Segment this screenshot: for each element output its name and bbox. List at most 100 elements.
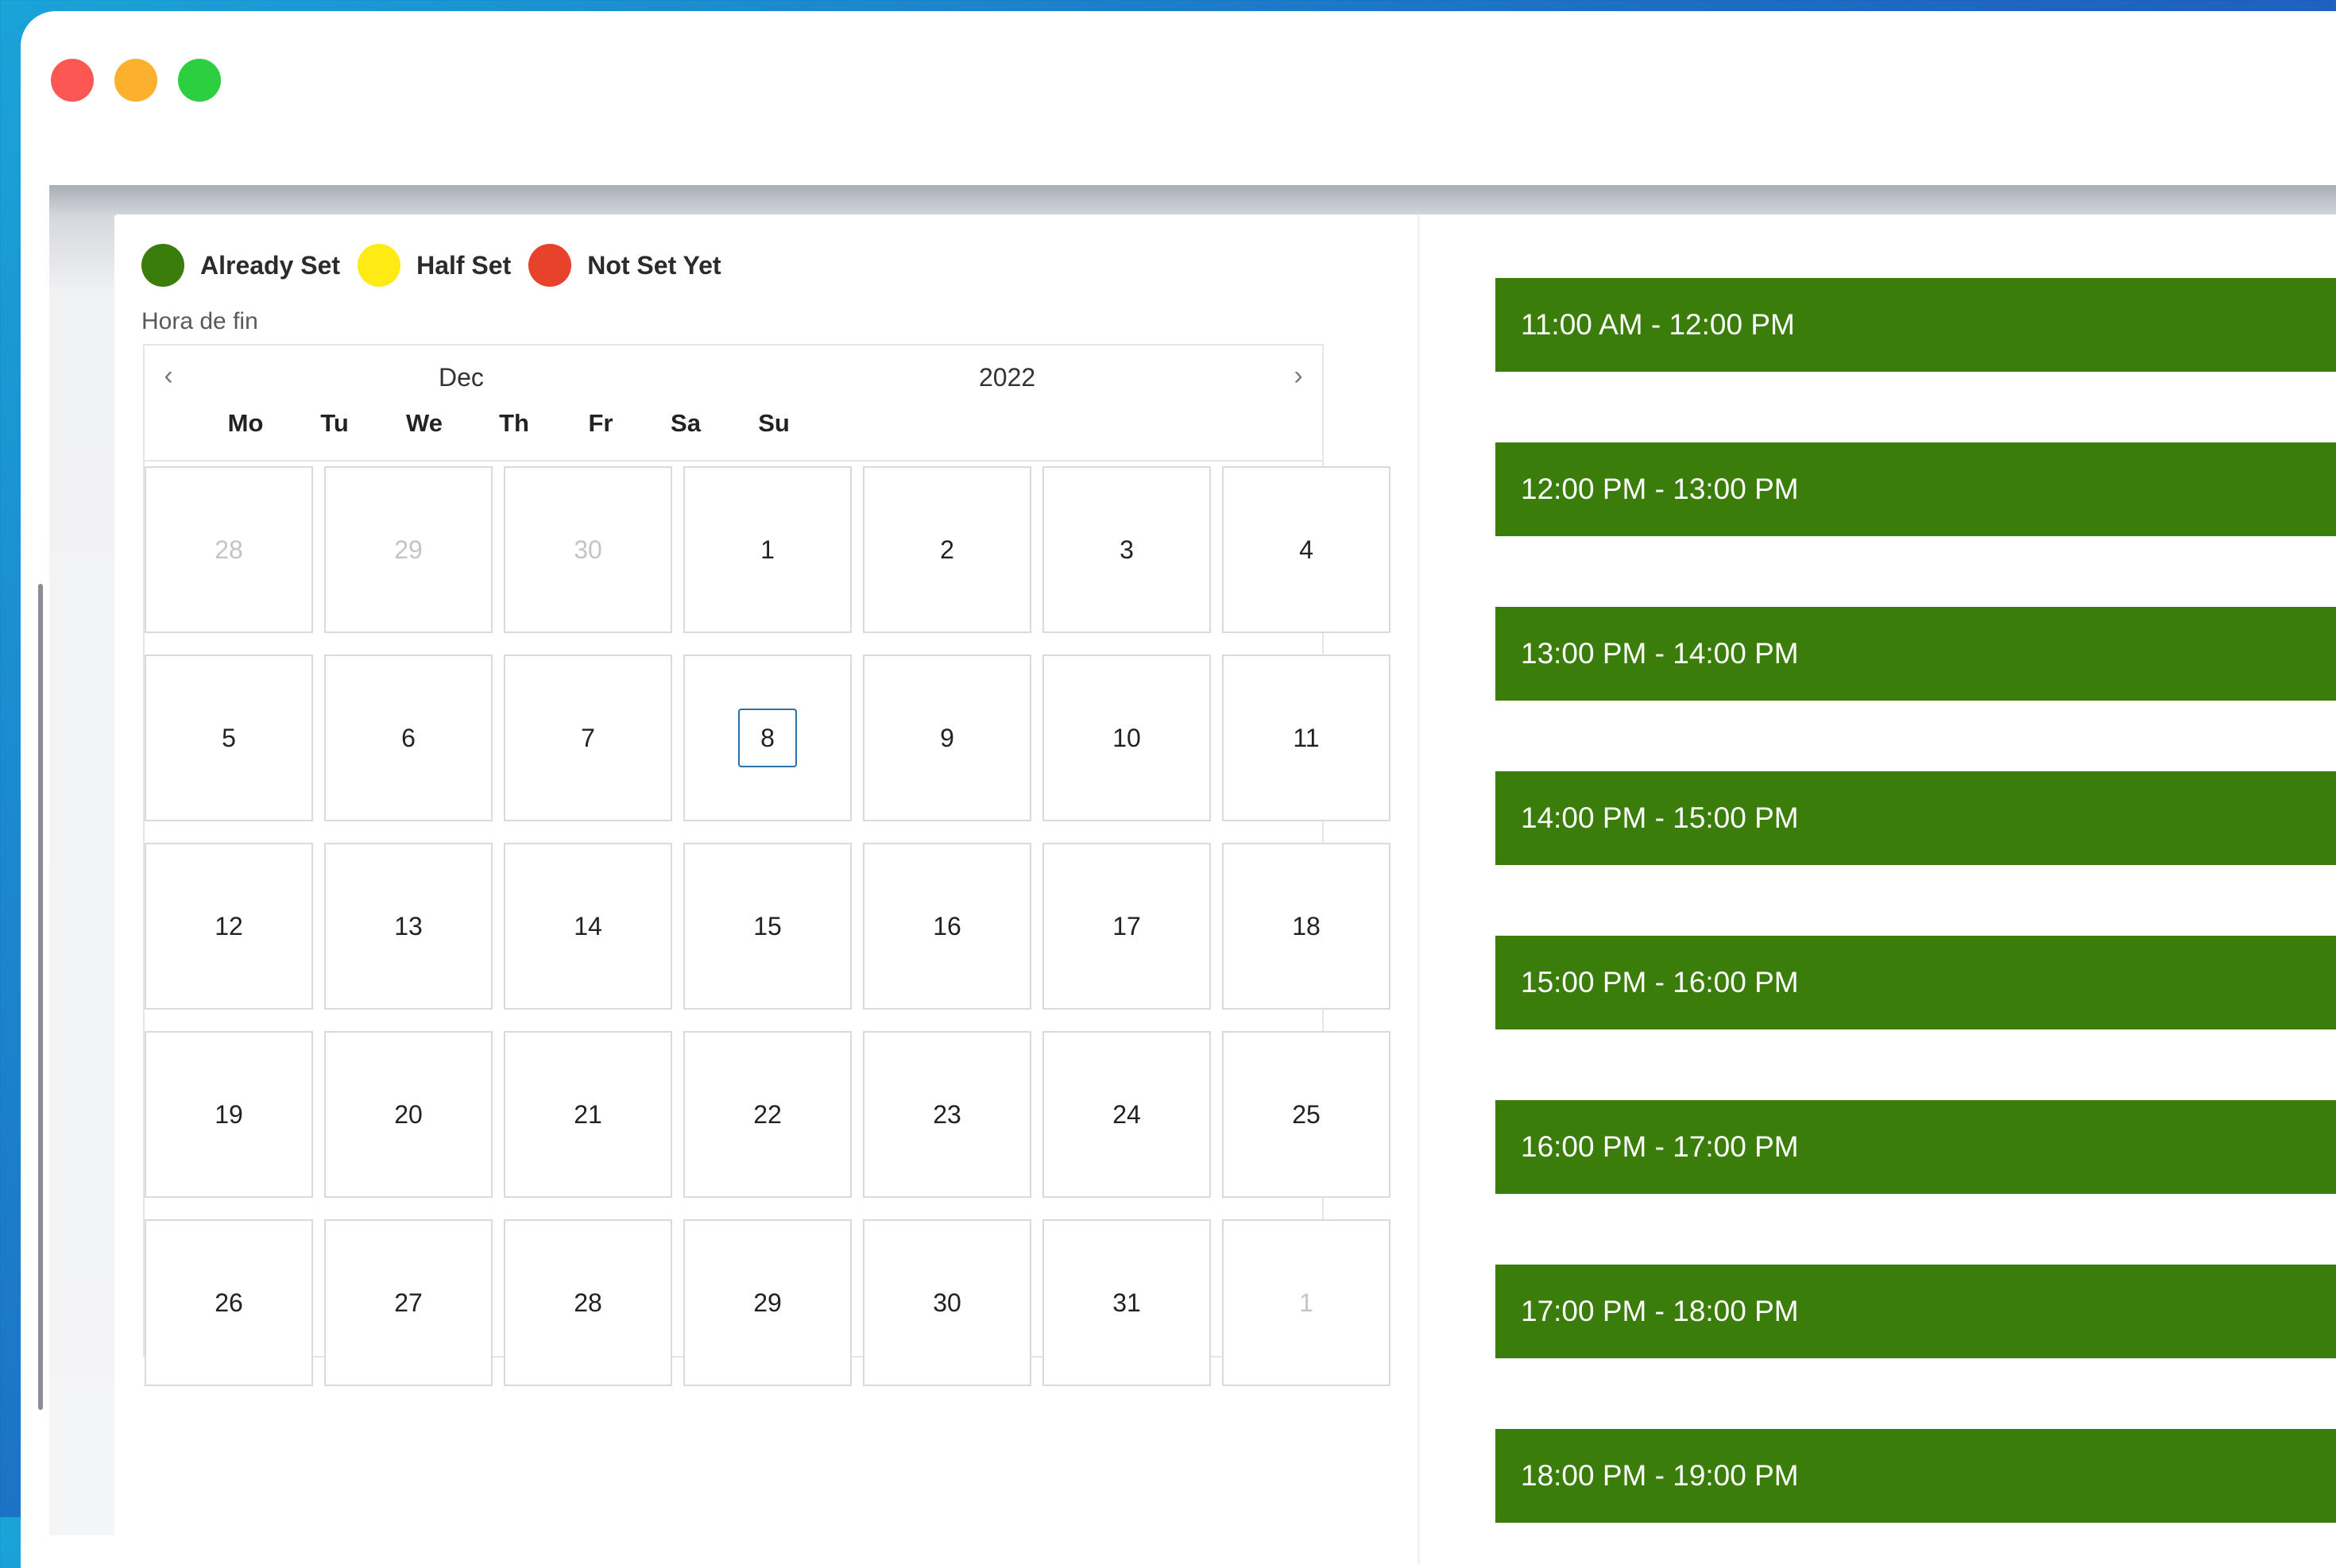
day-number: 28: [215, 535, 243, 564]
calendar-day[interactable]: 28: [145, 466, 313, 633]
time-slot-button[interactable]: 16:00 PM - 17:00 PM: [1495, 1100, 2336, 1194]
calendar-day[interactable]: 21: [504, 1031, 672, 1198]
day-number: 20: [394, 1099, 423, 1129]
legend-half-set-label: Half Set: [416, 250, 512, 280]
time-slot-button[interactable]: 15:00 PM - 16:00 PM: [1495, 936, 2336, 1029]
calendar-day[interactable]: 6: [324, 655, 493, 821]
calendar-day[interactable]: 27: [324, 1219, 493, 1386]
calendar-day[interactable]: 1: [683, 466, 852, 633]
day-number: 13: [394, 911, 423, 940]
time-slot-button[interactable]: 13:00 PM - 14:00 PM: [1495, 607, 2336, 701]
calendar-day[interactable]: 29: [683, 1219, 852, 1386]
day-number: 14: [574, 911, 602, 940]
calendar-day[interactable]: 9: [863, 655, 1031, 821]
calendar-month[interactable]: Dec: [439, 363, 484, 392]
minimize-window-button[interactable]: [114, 59, 157, 102]
weekday-fr: Fr: [588, 409, 613, 437]
window-controls: [51, 59, 221, 102]
calendar-day[interactable]: 30: [504, 466, 672, 633]
weekday-su: Su: [758, 409, 790, 437]
day-number: 18: [1292, 911, 1321, 940]
calendar-day[interactable]: 1: [1222, 1219, 1390, 1386]
calendar-day[interactable]: 2: [863, 466, 1031, 633]
day-number: 28: [574, 1288, 602, 1317]
chevron-left-icon[interactable]: ‹: [153, 360, 184, 392]
calendar-year[interactable]: 2022: [979, 363, 1035, 392]
calendar-day[interactable]: 10: [1042, 655, 1211, 821]
date-picker: ‹ Dec 2022 › Mo Tu We Th Fr Sa Su 28 29 30 1 2 3 4 5 6…: [143, 344, 1390, 1386]
calendar-day[interactable]: 17: [1042, 843, 1211, 1010]
day-number: 26: [215, 1288, 243, 1317]
legend-already-set-swatch: [141, 244, 184, 287]
day-number: 9: [940, 723, 954, 752]
weekday-mo: Mo: [227, 409, 264, 437]
status-legend: Already Set Half Set Not Set Yet: [141, 243, 739, 288]
day-number: 30: [574, 535, 602, 564]
calendar-day[interactable]: 22: [683, 1031, 852, 1198]
time-slot-button[interactable]: 11:00 AM - 12:00 PM: [1495, 278, 2336, 372]
day-number: 24: [1112, 1099, 1141, 1129]
calendar-day[interactable]: 28: [504, 1219, 672, 1386]
calendar-day[interactable]: 19: [145, 1031, 313, 1198]
weekday-sa: Sa: [671, 409, 701, 437]
calendar-day[interactable]: 29: [324, 466, 493, 633]
day-number: 23: [933, 1099, 961, 1129]
day-number: 11: [1293, 723, 1320, 752]
day-number: 19: [215, 1099, 243, 1129]
day-number: 22: [753, 1099, 782, 1129]
calendar-day[interactable]: 25: [1222, 1031, 1390, 1198]
close-window-button[interactable]: [51, 59, 94, 102]
panel-divider: [1417, 214, 1420, 1565]
calendar-day[interactable]: 20: [324, 1031, 493, 1198]
calendar-day[interactable]: 31: [1042, 1219, 1211, 1386]
legend-not-set-yet-swatch: [528, 244, 572, 287]
calendar-day[interactable]: 16: [863, 843, 1031, 1010]
day-number: 2: [940, 535, 954, 564]
calendar-day[interactable]: 18: [1222, 843, 1390, 1010]
calendar-day[interactable]: 7: [504, 655, 672, 821]
day-number: 6: [401, 723, 416, 752]
time-slot-button[interactable]: 12:00 PM - 13:00 PM: [1495, 442, 2336, 536]
day-number: 1: [760, 535, 775, 564]
time-slot-button[interactable]: 18:00 PM - 19:00 PM: [1495, 1429, 2336, 1523]
calendar-day[interactable]: 4: [1222, 466, 1390, 633]
calendar-day[interactable]: 3: [1042, 466, 1211, 633]
chevron-right-icon[interactable]: ›: [1282, 360, 1314, 392]
weekday-we: We: [406, 409, 443, 437]
calendar-day[interactable]: 12: [145, 843, 313, 1010]
day-number: 15: [753, 911, 782, 940]
calendar-day[interactable]: 14: [504, 843, 672, 1010]
calendar-day[interactable]: 5: [145, 655, 313, 821]
day-number: 29: [753, 1288, 782, 1317]
time-slot-button[interactable]: 17:00 PM - 18:00 PM: [1495, 1265, 2336, 1358]
day-number: 3: [1120, 535, 1134, 564]
day-number: 30: [933, 1288, 961, 1317]
calendar-day[interactable]: 30: [863, 1219, 1031, 1386]
calendar-day[interactable]: 11: [1222, 655, 1390, 821]
end-time-label: Hora de fin: [141, 308, 258, 334]
day-number: 25: [1292, 1099, 1321, 1129]
legend-half-set-swatch: [358, 244, 401, 287]
day-number: 16: [933, 911, 961, 940]
scheduler-card: Already Set Half Set Not Set Yet Hora de…: [114, 214, 2336, 1565]
maximize-window-button[interactable]: [178, 59, 221, 102]
calendar-day[interactable]: 26: [145, 1219, 313, 1386]
calendar-header: ‹ Dec 2022 › Mo Tu We Th Fr Sa Su: [145, 346, 1322, 462]
day-number: 17: [1112, 911, 1141, 940]
calendar-day[interactable]: 24: [1042, 1031, 1211, 1198]
calendar-day[interactable]: 23: [863, 1031, 1031, 1198]
calendar-day[interactable]: 13: [324, 843, 493, 1010]
day-number: 5: [222, 723, 236, 752]
day-number: 27: [394, 1288, 423, 1317]
day-number: 4: [1299, 535, 1313, 564]
calendar-day[interactable]: 15: [683, 843, 852, 1010]
day-number: 31: [1112, 1288, 1141, 1317]
page-scrollbar[interactable]: [38, 584, 43, 1410]
day-number: 10: [1112, 723, 1141, 752]
weekday-th: Th: [499, 409, 529, 437]
day-number: 21: [574, 1099, 602, 1129]
legend-already-set-label: Already Set: [200, 250, 341, 280]
day-number: 1: [1299, 1288, 1313, 1317]
time-slot-button[interactable]: 14:00 PM - 15:00 PM: [1495, 771, 2336, 865]
calendar-day-selected[interactable]: 8: [683, 655, 852, 821]
